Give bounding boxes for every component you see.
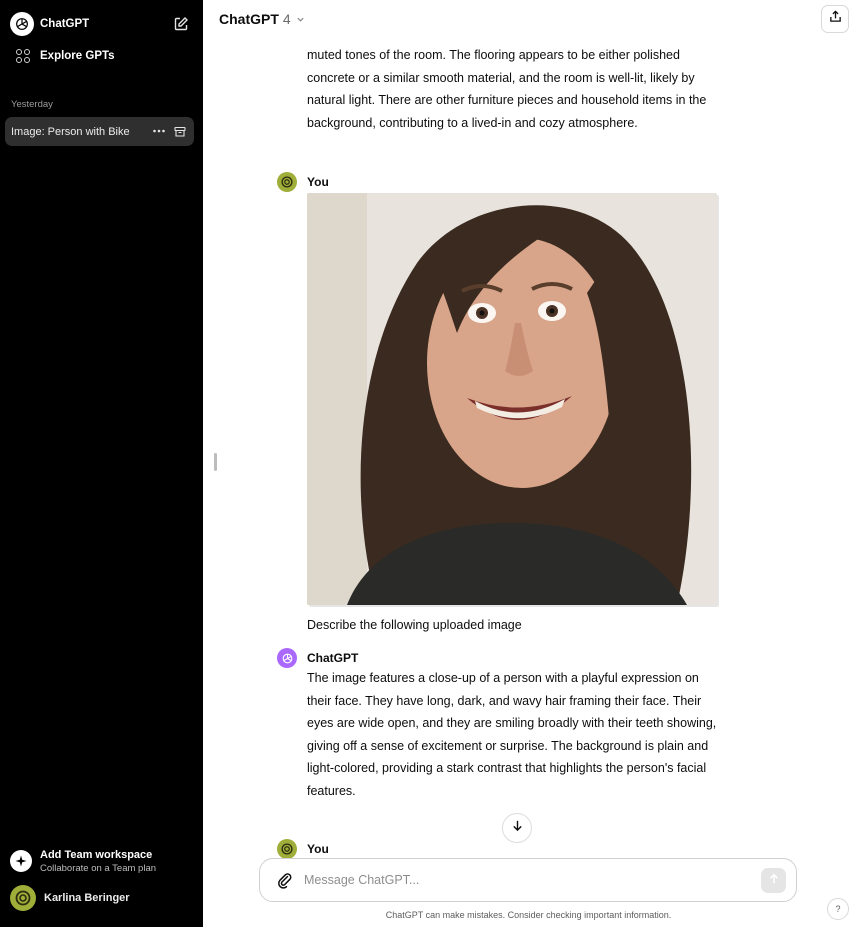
new-chat-edit-icon[interactable] (173, 16, 189, 32)
user-name: Karlina Beringer (44, 892, 130, 904)
history-item-active[interactable]: Image: Person with Bike (5, 117, 194, 146)
user-avatar-icon (277, 172, 297, 192)
sidebar-resize-handle[interactable] (214, 453, 217, 471)
message-author: You (307, 842, 329, 856)
app-name: ChatGPT (40, 18, 90, 30)
explore-gpts-link[interactable]: Explore GPTs (6, 41, 197, 71)
assistant-message-text: The image features a close-up of a perso… (307, 671, 717, 798)
avatar (10, 885, 36, 911)
uploaded-image[interactable] (307, 193, 717, 605)
chatgpt-logo-icon (277, 648, 297, 668)
add-team-workspace[interactable]: Add Team workspace Collaborate on a Team… (10, 848, 195, 878)
team-title: Add Team workspace (40, 849, 153, 861)
chatgpt-logo-icon (10, 12, 34, 36)
user-avatar-icon (277, 839, 297, 859)
new-chat-row[interactable]: ChatGPT (6, 9, 197, 39)
user-message-header: You (277, 839, 329, 859)
explore-gpts-label: Explore GPTs (40, 50, 115, 62)
sidebar: ChatGPT Explore GPTs Yesterday Image: Pe… (0, 0, 203, 927)
send-button[interactable] (761, 868, 786, 893)
arrow-down-icon (511, 819, 524, 837)
disclaimer: ChatGPT can make mistakes. Consider chec… (385, 910, 672, 920)
paperclip-icon[interactable] (276, 871, 294, 889)
model-version: 4 (282, 11, 291, 27)
archive-icon[interactable] (174, 125, 186, 137)
message-composer (259, 858, 797, 902)
user-message-text: Describe the following uploaded image (307, 618, 522, 632)
assistant-message-header: ChatGPT (277, 648, 358, 668)
message-input[interactable] (304, 873, 744, 887)
chevron-down-icon (296, 11, 305, 27)
sparkle-icon (10, 850, 32, 872)
main-panel: ChatGPT 4 muted tones of the room. The f… (203, 0, 854, 927)
more-options-icon[interactable] (152, 124, 166, 138)
scroll-down-button[interactable] (502, 813, 532, 843)
model-selector[interactable]: ChatGPT 4 (219, 11, 305, 27)
history-section-label: Yesterday (11, 99, 53, 110)
user-profile[interactable]: Karlina Beringer (10, 885, 195, 911)
message-author: You (307, 175, 329, 189)
message-author: ChatGPT (307, 651, 359, 665)
model-name: ChatGPT (219, 11, 279, 27)
grid-icon (16, 49, 30, 63)
share-icon (829, 10, 842, 28)
history-item-label: Image: Person with Bike (11, 125, 130, 138)
team-subtitle: Collaborate on a Team plan (40, 863, 157, 874)
help-button[interactable]: ? (827, 898, 849, 920)
user-message-header: You (277, 172, 329, 192)
share-button[interactable] (821, 5, 849, 33)
assistant-message-previous: muted tones of the room. The flooring ap… (277, 44, 717, 134)
arrow-up-icon (768, 872, 780, 890)
assistant-message-text: muted tones of the room. The flooring ap… (307, 48, 707, 130)
